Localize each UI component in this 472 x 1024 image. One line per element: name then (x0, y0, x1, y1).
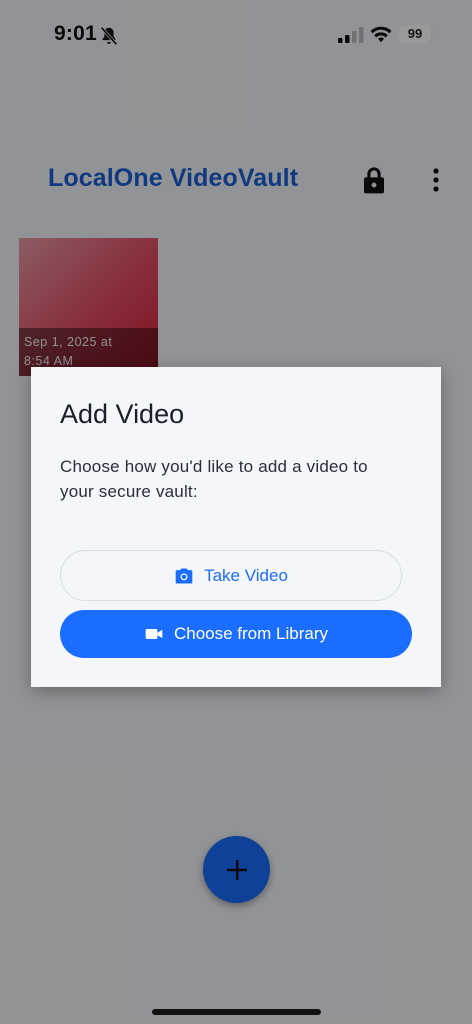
add-video-dialog: Add Video Choose how you'd like to add a… (31, 367, 441, 687)
take-video-button[interactable]: Take Video (60, 550, 402, 601)
take-video-label: Take Video (204, 565, 288, 585)
choose-from-library-button[interactable]: Choose from Library (60, 610, 412, 658)
home-indicator[interactable] (152, 1009, 321, 1015)
camera-icon (174, 566, 194, 586)
dialog-body-text: Choose how you'd like to add a video to … (60, 457, 368, 501)
videocam-icon (144, 624, 164, 644)
dialog-title: Add Video (60, 399, 185, 429)
choose-from-library-label: Choose from Library (173, 624, 328, 643)
